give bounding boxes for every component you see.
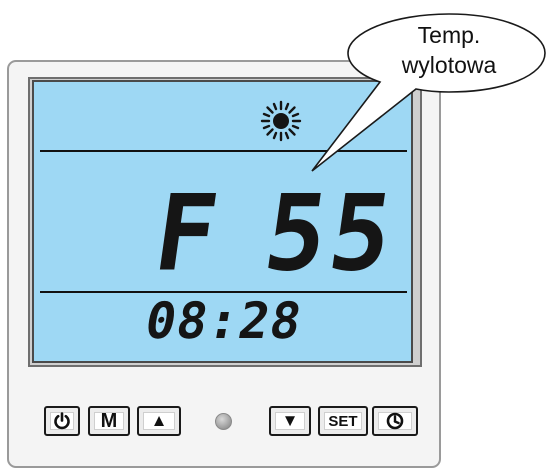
timer-button-face <box>378 412 412 430</box>
temperature-readout: F 55 <box>147 172 403 295</box>
temperature-value: 55 <box>257 172 404 295</box>
callout-line-2: wylotowa <box>401 52 497 78</box>
status-led <box>215 413 232 430</box>
mode-button-label: M <box>100 409 118 432</box>
down-button-face: ▼ <box>275 411 305 430</box>
callout-label: Temp. wylotowa <box>364 20 534 80</box>
power-button[interactable] <box>44 406 80 436</box>
down-button[interactable]: ▼ <box>269 406 311 436</box>
clock-readout: 08:28 <box>140 292 307 350</box>
sun-icon <box>260 100 302 142</box>
up-button[interactable]: ▲ <box>137 406 181 436</box>
power-button-face <box>50 412 74 430</box>
set-button-label: SET <box>328 412 358 430</box>
up-arrow-icon: ▲ <box>150 411 168 430</box>
lcd-divider-top <box>40 150 407 152</box>
mode-button[interactable]: M <box>88 406 130 436</box>
clock-icon <box>386 412 404 430</box>
set-button-face: SET <box>324 412 362 430</box>
mode-button-face: M <box>94 409 124 432</box>
lcd-display: F 55 08:28 <box>32 80 413 363</box>
set-button[interactable]: SET <box>318 406 368 436</box>
timer-button[interactable] <box>372 406 418 436</box>
up-button-face: ▲ <box>143 411 175 430</box>
power-icon <box>54 412 70 430</box>
down-arrow-icon: ▼ <box>281 411 299 430</box>
mode-letter: F <box>147 172 225 295</box>
callout-line-1: Temp. <box>417 22 481 48</box>
